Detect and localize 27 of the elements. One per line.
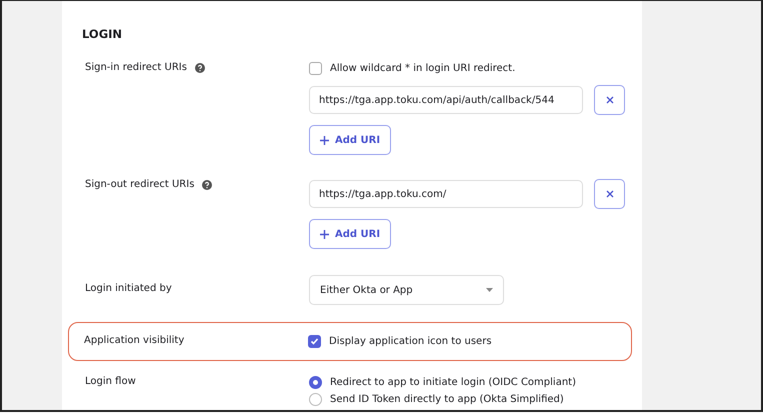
help-icon[interactable] <box>194 62 205 72</box>
radio-label: Redirect to app to initiate login (OIDC Compliant) <box>330 377 576 388</box>
radio-button[interactable] <box>309 393 322 406</box>
checkbox-label: Display application icon to users <box>329 336 492 347</box>
radio-button[interactable] <box>309 376 322 389</box>
plus-icon <box>320 230 329 238</box>
field-label: Login flow <box>85 376 136 387</box>
checkbox-label: Allow wildcard * in login URI redirect. <box>330 63 516 74</box>
checkbox[interactable] <box>309 62 322 75</box>
add-uri-button[interactable]: Add URI <box>309 219 392 249</box>
caret-icon <box>486 288 493 292</box>
field-label: Sign-in redirect URIs <box>85 62 187 73</box>
radio-label: Send ID Token directly to app (Okta Simplified) <box>330 394 564 405</box>
close-icon <box>606 96 614 104</box>
checkbox[interactable] <box>308 335 321 348</box>
plus-icon <box>320 136 329 144</box>
dropdown[interactable]: Either Okta or App <box>309 275 504 305</box>
close-icon <box>606 190 614 198</box>
uri-field[interactable]: https://tga.app.toku.com/ <box>309 180 583 208</box>
field-label: Application visibility <box>84 335 184 346</box>
add-uri-button[interactable]: Add URI <box>309 125 392 155</box>
field-label: Sign-out redirect URIs <box>85 179 194 190</box>
checkmark-icon <box>310 337 319 346</box>
uri-field[interactable]: https://tga.app.toku.com/api/auth/callback/544 <box>309 86 583 114</box>
field-label: Login initiated by <box>85 283 172 294</box>
section-title: LOGIN <box>82 27 124 41</box>
help-icon[interactable] <box>202 180 212 190</box>
